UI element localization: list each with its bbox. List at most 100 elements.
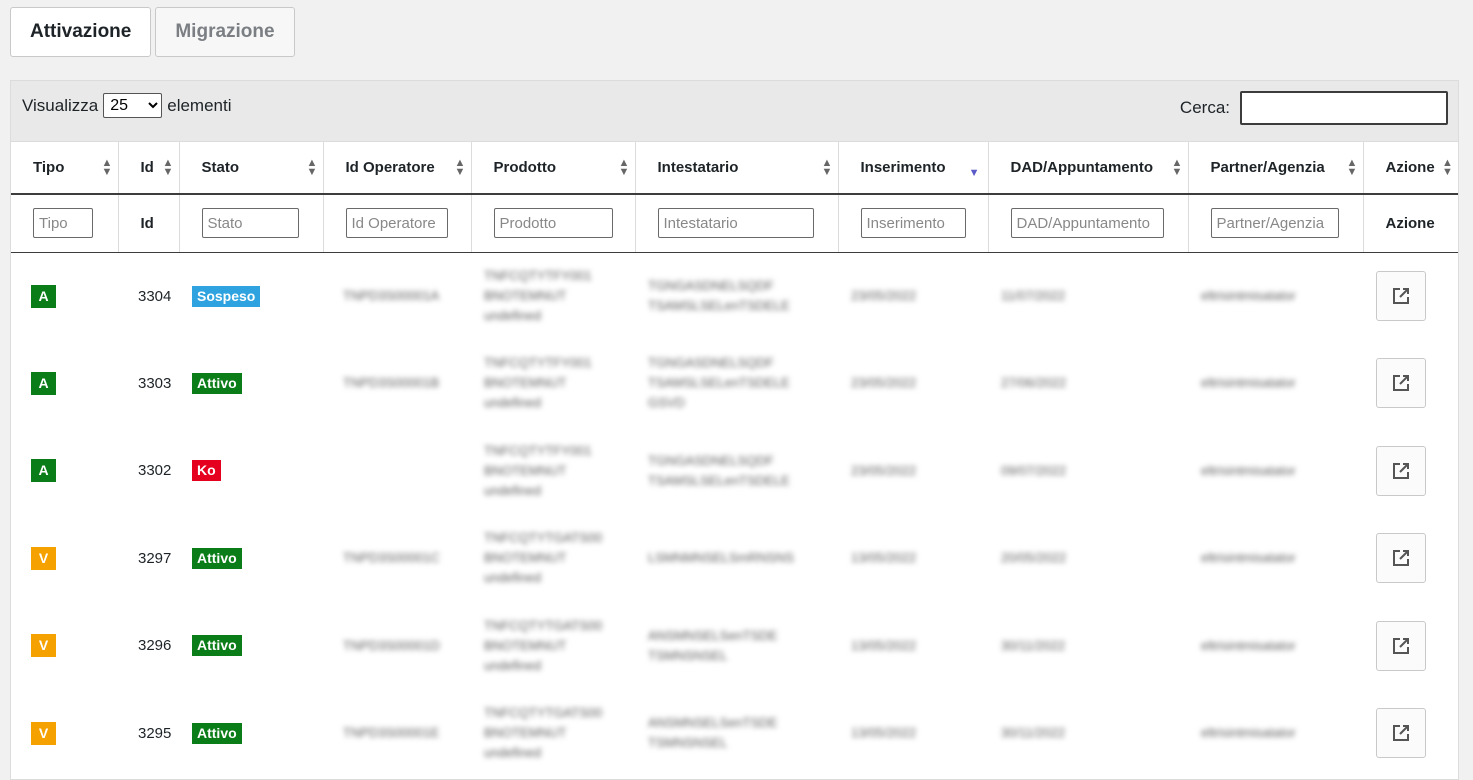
elements-label: elementi (167, 95, 232, 115)
filter-partner-agenzia-input[interactable] (1210, 208, 1339, 239)
redacted-appointment: 30/11/2022 (1001, 725, 1066, 741)
type-badge: V (31, 546, 56, 570)
status-badge: Sospeso (192, 285, 261, 307)
filter-id-operatore-input[interactable] (345, 208, 448, 239)
redacted-operator-id: TNPD3S00001C (343, 550, 440, 566)
column-header-prodotto[interactable]: Prodotto ▲ ▼ (471, 142, 636, 195)
redacted-operator-id: TNPD3S00001E (343, 725, 440, 741)
filter-azione-label: Azione (1385, 214, 1435, 232)
redacted-appointment: 09/07/2022 (1001, 462, 1067, 478)
filter-intestatario-input[interactable] (657, 208, 814, 239)
redacted-holder: ANSMNSELSenTSDE TSMNSNSEL (648, 627, 778, 663)
redacted-product: TNFCQTYTGATS00 BNOTEMNUT undefined (484, 705, 603, 761)
filter-dad-appuntamento-input[interactable] (1010, 208, 1164, 239)
sort-icon[interactable]: ▲ ▼ (619, 158, 630, 178)
redacted-holder: TGNGASDNELSQDF TSAMSLSELenTSDELE (648, 278, 790, 313)
sort-icon[interactable]: ▲ ▼ (1172, 158, 1183, 178)
table-row: A 3304 Sospeso TNPD3S00001A TNFCQTYTFY00… (11, 252, 1458, 340)
sort-icon[interactable]: ▲ ▼ (163, 158, 174, 178)
filter-prodotto-input[interactable] (493, 208, 613, 239)
open-record-button[interactable] (1376, 708, 1426, 759)
row-id: 3295 (138, 724, 172, 742)
redacted-insertion-date: 23/05/2022 (851, 462, 917, 478)
type-badge: V (31, 634, 56, 658)
external-link-icon (1393, 550, 1409, 567)
filter-cell-azione: Azione (1363, 194, 1458, 253)
table-toolbar: Visualizza 25 elementi Cerca: (11, 81, 1458, 142)
column-header-id[interactable]: Id ▲ ▼ (118, 142, 180, 195)
redacted-operator-id: TNPD3S00001D (343, 637, 440, 653)
redacted-appointment: 27/06/2022 (1001, 375, 1067, 391)
sort-desc-icon[interactable]: ▼ (969, 167, 980, 179)
table-row: V 3297 Attivo TNPD3S00001C TNFCQTYTGATS0… (11, 515, 1458, 603)
filter-inserimento-input[interactable] (860, 208, 966, 239)
sort-icon[interactable]: ▲ ▼ (1442, 158, 1453, 178)
tab-migrazione[interactable]: Migrazione (155, 7, 295, 57)
column-header-azione[interactable]: Azione ▲ ▼ (1363, 142, 1458, 195)
redacted-appointment: 11/07/2022 (1001, 288, 1066, 303)
filter-cell-prodotto (471, 194, 636, 253)
tab-attivazione[interactable]: Attivazione (10, 7, 152, 57)
tab-bar: Attivazione Migrazione (10, 7, 295, 57)
redacted-holder: TGNGASDNELSQDF TSAMSLSELenTSDELE GSVD (648, 355, 790, 411)
column-header-partner-agenzia[interactable]: Partner/Agenzia ▲ ▼ (1188, 142, 1364, 195)
redacted-holder: TGNGASDNELSQDF TSAMSLSELenTSDELE (648, 452, 790, 488)
row-id: 3303 (138, 374, 172, 392)
sort-icon[interactable]: ▲ ▼ (822, 158, 833, 178)
redacted-insertion-date: 23/05/2022 (851, 375, 917, 391)
redacted-holder: ANSMNSELSenTSDE TSMNSNSEL (648, 715, 778, 751)
redacted-operator-id: TNPD3S00001A (343, 288, 440, 303)
row-id: 3296 (138, 637, 172, 655)
type-badge: A (31, 459, 56, 483)
redacted-partner: eltrisintmisatator (1201, 288, 1296, 303)
filter-stato-input[interactable] (201, 208, 299, 239)
redacted-product: TNFCQTYTGATS00 BNOTEMNUT undefined (484, 617, 603, 673)
page-length-select[interactable]: 25 (103, 93, 163, 118)
redacted-appointment: 20/05/2022 (1001, 550, 1067, 566)
status-badge: Attivo (192, 722, 242, 744)
redacted-insertion-date: 13/05/2022 (851, 550, 917, 566)
column-header-intestatario[interactable]: Intestatario ▲ ▼ (635, 142, 839, 195)
filter-cell-inserimento (838, 194, 989, 253)
table-row: A 3303 Attivo TNPD3S00001B TNFCQTYTFY001… (11, 340, 1458, 428)
redacted-operator-id: TNPD3S00001B (343, 375, 440, 391)
page-length-control: Visualizza 25 elementi (22, 93, 232, 118)
redacted-appointment: 30/11/2022 (1001, 637, 1066, 653)
filter-tipo-input[interactable] (33, 208, 93, 239)
type-badge: A (31, 284, 56, 308)
table-row: V 3295 Attivo TNPD3S00001E TNFCQTYTGATS0… (11, 690, 1458, 778)
redacted-partner: eltrisintmisatator (1201, 637, 1296, 653)
column-header-inserimento[interactable]: Inserimento ▼ (838, 142, 989, 195)
table-body: A 3304 Sospeso TNPD3S00001A TNFCQTYTFY00… (11, 252, 1458, 777)
column-header-id-operatore[interactable]: Id Operatore ▲ ▼ (323, 142, 472, 195)
redacted-partner: eltrisintmisatator (1201, 725, 1296, 741)
open-record-button[interactable] (1376, 271, 1426, 321)
row-id: 3302 (138, 462, 172, 480)
redacted-holder: LSMNMNSELSmRNSNS (648, 550, 794, 566)
sort-icon[interactable]: ▲ ▼ (102, 158, 113, 178)
filter-cell-id: Id (118, 194, 180, 253)
status-badge: Attivo (192, 635, 242, 657)
open-record-button[interactable] (1376, 533, 1426, 584)
external-link-icon (1393, 288, 1409, 304)
search-input[interactable] (1240, 91, 1448, 125)
show-label: Visualizza (22, 95, 99, 115)
redacted-product: TNFCQTYTFY001 BNOTEMNUT undefined (484, 355, 592, 411)
column-header-dad-appuntamento[interactable]: DAD/Appuntamento ▲ ▼ (988, 142, 1189, 195)
row-id: 3297 (138, 549, 172, 567)
redacted-insertion-date: 13/05/2022 (851, 637, 917, 653)
sort-icon[interactable]: ▲ ▼ (455, 158, 466, 178)
search-label: Cerca: (1179, 98, 1230, 117)
filter-cell-stato (179, 194, 324, 253)
external-link-icon (1393, 637, 1409, 654)
filter-cell-id-operatore (323, 194, 472, 253)
open-record-button[interactable] (1376, 358, 1426, 409)
redacted-partner: eltrisintmisatator (1201, 462, 1296, 478)
sort-icon[interactable]: ▲ ▼ (307, 158, 318, 178)
open-record-button[interactable] (1376, 445, 1426, 496)
column-header-tipo[interactable]: Tipo ▲ ▼ (11, 142, 119, 195)
filter-cell-tipo (11, 194, 119, 253)
sort-icon[interactable]: ▲ ▼ (1347, 158, 1358, 178)
open-record-button[interactable] (1376, 620, 1426, 671)
column-header-stato[interactable]: Stato ▲ ▼ (179, 142, 324, 195)
